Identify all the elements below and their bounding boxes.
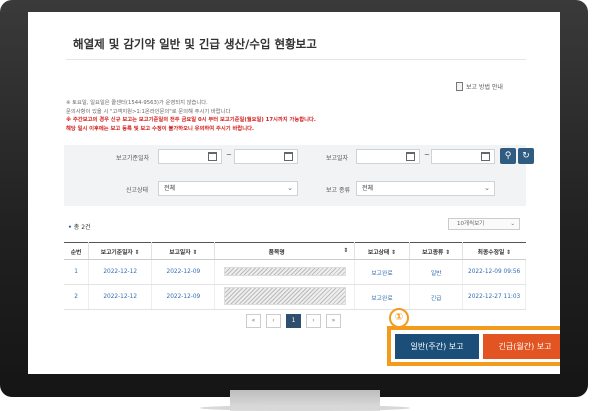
cell-type: 긴급 xyxy=(409,284,464,310)
prev-page-button[interactable]: ‹ xyxy=(266,314,281,328)
calendar-icon[interactable] xyxy=(406,152,415,161)
urgent-report-button[interactable]: 긴급(월간) 보고 xyxy=(483,334,560,359)
notice-line-2: 문의사항이 있을 시 "고객지원>1:1온라인문의"로 문의해 주시기 바랍니다 xyxy=(66,108,231,115)
cell-modified: 2022-12-09 09:56 xyxy=(462,259,526,285)
table-row[interactable]: 1 2022-12-12 2022-12-09 보고완료 일반 2022-12-… xyxy=(64,259,526,285)
cell-no: 2 xyxy=(64,284,90,310)
cell-status: 보고완료 xyxy=(354,259,411,285)
redacted-product-name xyxy=(223,287,346,305)
page-1-button[interactable]: 1 xyxy=(286,314,301,328)
col-modified[interactable]: 최종수정일 ⇕ xyxy=(462,242,526,260)
screen: 해열제 및 감기약 일반 및 긴급 생산/수입 현황보고 보고 방법 안내 ※ … xyxy=(28,12,560,374)
table-header-row: 순번 보고기준일자 ⇕ 보고일자 ⇕ 품목명 ⇕ 보고상태 ⇕ 보고종류 ⇕ 최… xyxy=(64,242,526,260)
last-page-button[interactable]: » xyxy=(326,314,341,328)
calendar-icon[interactable] xyxy=(208,152,217,161)
calendar-icon[interactable] xyxy=(284,152,293,161)
cell-report-date: 2022-12-09 xyxy=(151,284,216,310)
base-date-label: 보고기준일자 xyxy=(116,155,150,162)
first-page-button[interactable]: « xyxy=(246,314,261,328)
step-marker: ① xyxy=(389,308,409,328)
type-label: 보고 종류 xyxy=(326,187,350,194)
search-icon: ⚲ xyxy=(504,151,512,161)
reset-button[interactable]: ↻ xyxy=(518,148,534,164)
redacted-product-name xyxy=(223,266,346,276)
cell-type: 일반 xyxy=(409,259,464,285)
monitor-stand-base xyxy=(200,405,410,411)
table-row[interactable]: 2 2022-12-12 2022-12-09 보고완료 긴급 2022-12-… xyxy=(64,284,526,310)
col-report-date[interactable]: 보고일자 ⇕ xyxy=(151,242,216,260)
type-select-value: 전체 xyxy=(362,185,374,192)
document-icon xyxy=(456,82,463,91)
cell-base-date: 2022-12-12 xyxy=(88,284,153,310)
chevron-down-icon: ⌄ xyxy=(510,221,515,227)
status-label: 신고상태 xyxy=(126,187,149,194)
result-count: • 총 2건 xyxy=(68,222,91,231)
report-date-label: 보고일자 xyxy=(326,155,349,162)
status-select-value: 전체 xyxy=(164,185,176,192)
cell-no: 1 xyxy=(64,259,90,285)
base-date-end-input[interactable] xyxy=(234,149,298,164)
col-status[interactable]: 보고상태 ⇕ xyxy=(354,242,411,260)
per-page-value: 10개씩보기 xyxy=(457,221,485,227)
report-table: 순번 보고기준일자 ⇕ 보고일자 ⇕ 품목명 ⇕ 보고상태 ⇕ 보고종류 ⇕ 최… xyxy=(64,242,526,310)
report-date-start-input[interactable] xyxy=(356,149,420,164)
calendar-icon[interactable] xyxy=(481,152,490,161)
col-product[interactable]: 품목명 xyxy=(214,242,338,260)
notice-block: ※ 토요일, 일요일은 콜센터(1544-9563)가 운영되지 않습니다. 문… xyxy=(66,99,316,133)
bullet: • xyxy=(68,224,72,231)
cell-report-date: 2022-12-09 xyxy=(151,259,216,285)
cell-product-name[interactable] xyxy=(214,284,355,310)
cell-status: 보고완료 xyxy=(354,284,411,310)
range-separator: ~ xyxy=(424,151,430,159)
search-filter-panel: 보고기준일자 ~ 보고일자 ~ ⚲ 신고상태 전체 ⌄ 보고 종류 전체 ⌄ xyxy=(64,145,526,206)
col-type[interactable]: 보고종류 ⇕ xyxy=(409,242,464,260)
next-page-button[interactable]: › xyxy=(306,314,321,328)
cell-modified: 2022-12-27 11:03 xyxy=(462,284,526,310)
pagination: « ‹ 1 › » xyxy=(246,314,341,328)
notice-line-3: ※ 주간보고의 경우 신규 보고는 보고기준일의 전주 금요일 0시 부터 보고… xyxy=(66,117,316,124)
chevron-down-icon: ⌄ xyxy=(484,184,490,192)
type-select[interactable]: 전체 ⌄ xyxy=(356,181,495,196)
cell-base-date: 2022-12-12 xyxy=(88,259,153,285)
chevron-down-icon: ⌄ xyxy=(287,184,293,192)
guide-link-label: 보고 방법 안내 xyxy=(466,84,503,91)
range-separator: ~ xyxy=(226,151,232,159)
notice-line-1: ※ 토요일, 일요일은 콜센터(1544-9563)가 운영되지 않습니다. xyxy=(66,100,208,106)
normal-report-button[interactable]: 일반(주간) 보고 xyxy=(395,334,479,359)
notice-line-4: 해당 일시 이후에는 보고 등록 및 보고 수정이 불가하오니 유의하여 주시기… xyxy=(66,125,254,132)
status-select[interactable]: 전체 ⌄ xyxy=(158,181,298,196)
result-count-text: 총 2건 xyxy=(73,224,91,231)
base-date-start-input[interactable] xyxy=(158,149,222,164)
col-base-date[interactable]: 보고기준일자 ⇕ xyxy=(88,242,153,260)
refresh-icon: ↻ xyxy=(522,151,530,161)
per-page-select[interactable]: 10개씩보기 ⌄ xyxy=(448,218,520,230)
cell-product-name[interactable] xyxy=(214,259,355,285)
report-date-end-input[interactable] xyxy=(431,149,495,164)
page-title: 해열제 및 감기약 일반 및 긴급 생산/수입 현황보고 xyxy=(73,37,317,51)
col-no[interactable]: 순번 xyxy=(64,242,90,260)
col-product-sort[interactable]: ⇕ xyxy=(337,242,355,260)
title-divider xyxy=(66,59,526,60)
guide-link[interactable]: 보고 방법 안내 xyxy=(456,82,503,91)
search-button[interactable]: ⚲ xyxy=(500,148,516,164)
